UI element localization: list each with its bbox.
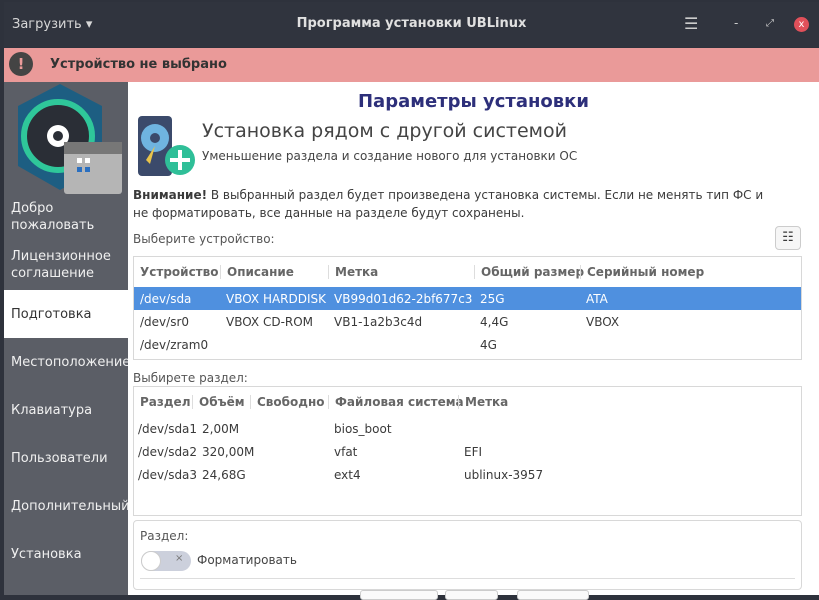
table-row[interactable]: /dev/sr0 VBOX CD-ROM VB1-1a2b3c4d 4,4G VBOX	[134, 310, 801, 333]
list-view-button[interactable]: ☷	[775, 226, 801, 250]
disk-add-icon	[138, 116, 195, 176]
x-icon: ×	[175, 553, 184, 564]
partition-label: Выбирете раздел:	[133, 371, 248, 385]
main-panel: Параметры установки Установка рядом с др…	[128, 82, 819, 600]
list-icon: ☷	[782, 230, 794, 245]
cell: /dev/sda2	[138, 444, 198, 459]
title-bar: Загрузить ▾ Программа установки UBLinux …	[4, 2, 819, 47]
cell: VB1-1a2b3c4d	[334, 314, 423, 329]
sidebar-item-preparation[interactable]: Подготовка	[4, 290, 128, 338]
alert-text: Устройство не выбрано	[50, 57, 227, 72]
column-header[interactable]: Устройство	[134, 265, 220, 279]
partition-table: Раздел Объём Свободно Файловая система М…	[133, 386, 802, 516]
page-title: Параметры установки	[357, 91, 590, 112]
table-row[interactable]: /dev/sda VBOX HARDDISK VB99d01d62-2bf677c3…	[134, 287, 801, 310]
cell: ext4	[334, 467, 361, 482]
hamburger-menu-icon[interactable]: ☰	[684, 14, 698, 33]
column-header[interactable]: Раздел	[134, 395, 192, 409]
sidebar-item-welcome[interactable]: Добро пожаловать	[4, 197, 128, 237]
partition-options: Раздел: × Форматировать	[133, 520, 802, 590]
table-header: Раздел Объём Свободно Файловая система М…	[134, 387, 801, 417]
sidebar-item-keyboard[interactable]: Клавиатура	[4, 386, 128, 434]
cell: VB99d01d62-2bf677c3	[334, 291, 473, 306]
mode-subtitle: Уменьшение раздела и создание нового для…	[202, 149, 578, 163]
column-header[interactable]: Объём	[192, 395, 250, 409]
divider	[140, 578, 795, 579]
column-header[interactable]: Общий размер	[474, 265, 584, 279]
table-row[interactable]: /dev/sda1 2,00M bios_boot	[134, 417, 801, 440]
cell: /dev/zram0	[140, 337, 209, 352]
format-toggle[interactable]: ×	[141, 551, 191, 571]
cell: ATA	[586, 291, 608, 306]
exclamation-icon: !	[9, 52, 33, 76]
cell: VBOX CD-ROM	[226, 314, 314, 329]
alert-banner: ! Устройство не выбрано	[4, 48, 819, 82]
footer-button[interactable]	[445, 590, 498, 600]
close-button[interactable]: x	[794, 17, 809, 32]
format-label: Форматировать	[197, 553, 297, 567]
minimize-button[interactable]: ‐	[734, 16, 738, 30]
column-header[interactable]: Серийный номер	[580, 265, 730, 279]
table-row[interactable]: /dev/sda3 24,68G ext4 ublinux-3957	[134, 463, 801, 486]
cell: VBOX	[586, 314, 620, 329]
sidebar-item-location[interactable]: Местоположение	[4, 338, 130, 386]
footer-button[interactable]	[360, 590, 438, 600]
cell: 25G	[480, 291, 505, 306]
table-header: Устройство Описание Метка Общий размер С…	[134, 257, 801, 287]
device-table: Устройство Описание Метка Общий размер С…	[133, 256, 802, 360]
column-header[interactable]: Файловая система	[328, 395, 464, 409]
sidebar-item-users[interactable]: Пользователи	[4, 434, 128, 482]
sidebar: Добро пожаловать Лицензионное соглашение…	[4, 82, 130, 595]
cell: 4G	[480, 337, 497, 352]
column-header[interactable]: Описание	[220, 265, 328, 279]
cell: bios_boot	[334, 421, 392, 436]
section-label: Раздел:	[140, 529, 189, 543]
cell: /dev/sda3	[138, 467, 198, 482]
warning-text: Внимание! В выбранный раздел будет произ…	[133, 186, 773, 222]
cell: /dev/sda1	[138, 421, 198, 436]
warning-body: В выбранный раздел будет произведена уст…	[133, 188, 764, 220]
mode-title: Установка рядом с другой системой	[202, 120, 567, 142]
cell: /dev/sr0	[140, 314, 190, 329]
footer-button[interactable]	[517, 590, 589, 600]
cell: EFI	[464, 444, 483, 459]
column-header[interactable]: Метка	[328, 265, 474, 279]
cell: vfat	[334, 444, 358, 459]
cell: 2,00M	[202, 421, 240, 436]
sidebar-item-advanced[interactable]: Дополнительный	[4, 482, 130, 530]
cell: /dev/sda	[140, 291, 192, 306]
cell: ublinux-3957	[464, 467, 544, 482]
app-logo	[18, 84, 122, 194]
cell: 320,00M	[202, 444, 255, 459]
toggle-knob	[141, 551, 161, 571]
cell: 4,4G	[480, 314, 509, 329]
column-header[interactable]: Свободно	[250, 395, 328, 409]
device-label: Выберите устройство:	[133, 232, 275, 246]
warning-bold: Внимание!	[133, 188, 208, 202]
table-row[interactable]: /dev/zram0 4G	[134, 333, 801, 356]
sidebar-item-install[interactable]: Установка	[4, 530, 128, 578]
cell: VBOX HARDDISK	[226, 291, 327, 306]
sidebar-item-license[interactable]: Лицензионное соглашение	[4, 245, 128, 285]
column-header[interactable]: Метка	[458, 395, 558, 409]
table-row[interactable]: /dev/sda2 320,00M vfat EFI	[134, 440, 801, 463]
cell: 24,68G	[202, 467, 246, 482]
maximize-button[interactable]: ⤢	[766, 18, 774, 29]
